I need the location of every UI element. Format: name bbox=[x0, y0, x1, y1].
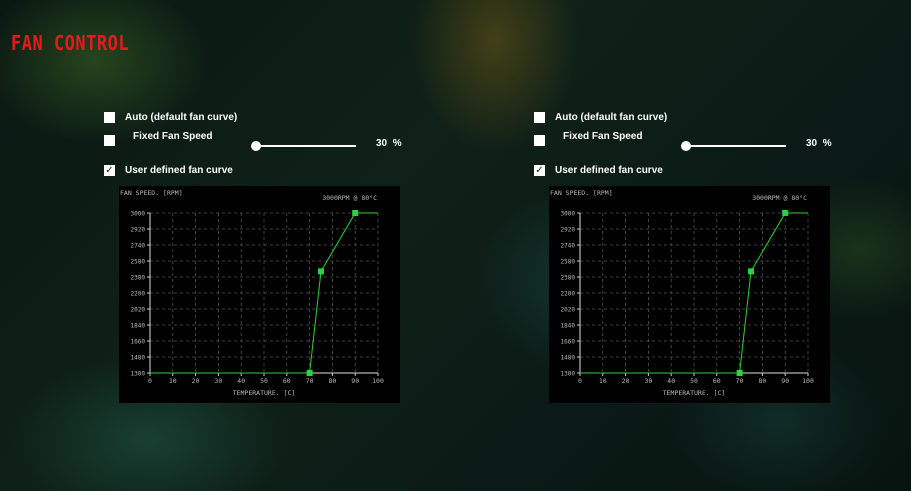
x-tick-label: 60 bbox=[283, 377, 291, 385]
y-tick-label: 2740 bbox=[131, 242, 146, 249]
fan-panel-2: Auto (default fan curve) Fixed Fan Speed… bbox=[430, 0, 850, 491]
curve-control-point[interactable] bbox=[352, 210, 359, 216]
x-axis-label: TEMPERATURE. [C] bbox=[233, 389, 296, 397]
x-tick-label: 40 bbox=[237, 377, 245, 385]
curve-annotation: 3000RPM @ 80°C bbox=[322, 194, 377, 202]
curve-control-point[interactable] bbox=[306, 370, 313, 376]
y-tick-label: 3000 bbox=[131, 210, 146, 217]
y-tick-label: 1840 bbox=[561, 322, 576, 329]
fixed-option[interactable]: Fixed Fan Speed bbox=[534, 131, 642, 146]
x-tick-label: 80 bbox=[758, 377, 766, 385]
y-tick-label: 1660 bbox=[561, 338, 576, 345]
y-tick-label: 2380 bbox=[561, 274, 576, 281]
chart-svg: 0 10 20 30 40 50 60 70 80 90 100 3000 2920 2740 2580 23… bbox=[120, 189, 384, 397]
y-tick-label: 1660 bbox=[131, 338, 146, 345]
fan-curve-chart[interactable]: 0 10 20 30 40 50 60 70 80 90 100 3000 2920 2740 2580 23… bbox=[119, 186, 400, 403]
y-tick-label: 3000 bbox=[561, 210, 576, 217]
fixed-speed-value: 30 % bbox=[376, 138, 402, 149]
y-tick-label: 2740 bbox=[561, 242, 576, 249]
auto-label: Auto (default fan curve) bbox=[555, 112, 668, 123]
fixed-checkbox[interactable] bbox=[534, 135, 545, 146]
auto-label: Auto (default fan curve) bbox=[125, 112, 238, 123]
y-tick-label: 2920 bbox=[131, 226, 146, 233]
auto-checkbox[interactable] bbox=[104, 112, 115, 123]
curve-control-point[interactable] bbox=[748, 268, 754, 275]
user-curve-checkbox[interactable]: ✓ bbox=[534, 165, 545, 176]
fixed-speed-unit: % bbox=[822, 138, 832, 149]
y-axis-label: FAN SPEED. [RPM] bbox=[550, 189, 613, 197]
curve-control-point[interactable] bbox=[318, 268, 324, 275]
curve-annotation: 3000RPM @ 80°C bbox=[752, 194, 807, 202]
user-curve-option[interactable]: ✓ User defined fan curve bbox=[534, 165, 663, 176]
user-curve-label: User defined fan curve bbox=[125, 165, 233, 176]
fan-curve-chart[interactable]: 0 10 20 30 40 50 60 70 80 90 100 3000 2920 2740 2580 23… bbox=[549, 186, 830, 403]
fixed-option[interactable]: Fixed Fan Speed bbox=[104, 131, 212, 146]
fixed-label: Fixed Fan Speed bbox=[133, 131, 213, 142]
curve-control-point[interactable] bbox=[736, 370, 743, 376]
x-tick-label: 20 bbox=[622, 377, 630, 385]
x-tick-label: 40 bbox=[667, 377, 675, 385]
x-tick-label: 10 bbox=[169, 377, 177, 385]
curve-control-point[interactable] bbox=[782, 210, 789, 216]
x-tick-label: 70 bbox=[306, 377, 314, 385]
y-tick-label: 2580 bbox=[561, 258, 576, 265]
x-tick-label: 100 bbox=[802, 377, 814, 385]
auto-option[interactable]: Auto (default fan curve) bbox=[104, 112, 237, 123]
y-tick-label: 1300 bbox=[131, 370, 146, 377]
x-tick-label: 60 bbox=[713, 377, 721, 385]
y-tick-label: 1840 bbox=[131, 322, 146, 329]
fixed-checkbox[interactable] bbox=[104, 135, 115, 146]
y-tick-label: 2200 bbox=[561, 290, 576, 297]
fixed-speed-slider[interactable] bbox=[686, 145, 786, 147]
x-tick-label: 90 bbox=[351, 377, 359, 385]
chart-svg: 0 10 20 30 40 50 60 70 80 90 100 3000 2920 2740 2580 23… bbox=[550, 189, 814, 397]
x-tick-label: 50 bbox=[260, 377, 268, 385]
fan-panel-1: Auto (default fan curve) Fixed Fan Speed… bbox=[0, 0, 420, 491]
fixed-speed-number: 30 bbox=[376, 138, 388, 149]
y-tick-label: 1300 bbox=[561, 370, 576, 377]
fixed-label: Fixed Fan Speed bbox=[563, 131, 643, 142]
x-tick-label: 0 bbox=[578, 377, 582, 385]
fixed-speed-slider-thumb[interactable] bbox=[251, 141, 261, 151]
x-tick-label: 10 bbox=[599, 377, 607, 385]
y-tick-label: 2380 bbox=[131, 274, 146, 281]
y-tick-label: 1480 bbox=[131, 354, 146, 361]
x-tick-label: 80 bbox=[328, 377, 336, 385]
y-axis-label: FAN SPEED. [RPM] bbox=[120, 189, 183, 197]
auto-checkbox[interactable] bbox=[534, 112, 545, 123]
y-tick-label: 2020 bbox=[131, 306, 146, 313]
user-curve-checkbox[interactable]: ✓ bbox=[104, 165, 115, 176]
y-tick-label: 2580 bbox=[131, 258, 146, 265]
x-tick-label: 0 bbox=[148, 377, 152, 385]
fixed-speed-unit: % bbox=[392, 138, 402, 149]
y-tick-label: 1480 bbox=[561, 354, 576, 361]
x-tick-label: 50 bbox=[690, 377, 698, 385]
fixed-speed-value: 30 % bbox=[806, 138, 832, 149]
x-axis-label: TEMPERATURE. [C] bbox=[663, 389, 726, 397]
y-tick-label: 2020 bbox=[561, 306, 576, 313]
x-tick-label: 30 bbox=[644, 377, 652, 385]
x-tick-label: 20 bbox=[192, 377, 200, 385]
x-tick-label: 70 bbox=[736, 377, 744, 385]
x-tick-label: 30 bbox=[214, 377, 222, 385]
y-tick-label: 2200 bbox=[131, 290, 146, 297]
fixed-speed-slider-thumb[interactable] bbox=[681, 141, 691, 151]
x-tick-label: 100 bbox=[372, 377, 384, 385]
user-curve-label: User defined fan curve bbox=[555, 165, 663, 176]
y-tick-label: 2920 bbox=[561, 226, 576, 233]
x-tick-label: 90 bbox=[781, 377, 789, 385]
fixed-speed-number: 30 bbox=[806, 138, 818, 149]
fixed-speed-slider[interactable] bbox=[256, 145, 356, 147]
user-curve-option[interactable]: ✓ User defined fan curve bbox=[104, 165, 233, 176]
auto-option[interactable]: Auto (default fan curve) bbox=[534, 112, 667, 123]
